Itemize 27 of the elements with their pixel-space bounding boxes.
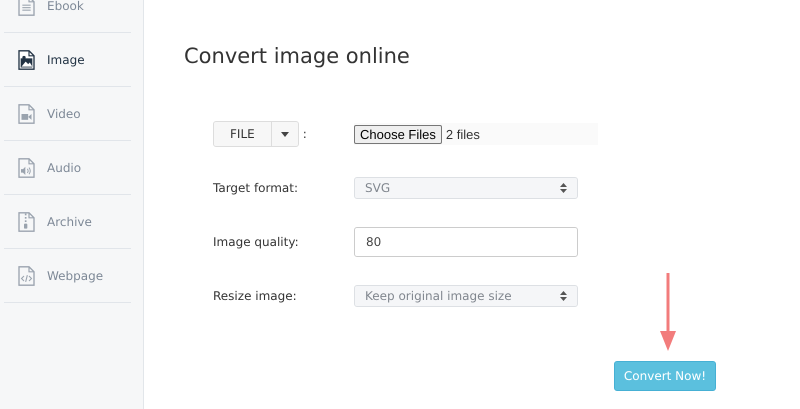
file-icon (18, 104, 35, 124)
file-count: 2 files (446, 126, 480, 142)
arrow-icon (658, 273, 678, 353)
file-icon (18, 212, 35, 232)
sidebar-item[interactable]: Image (4, 33, 131, 87)
sidebar-item[interactable]: Archive (4, 195, 131, 249)
select-field[interactable]: SVG (354, 177, 578, 199)
select-field[interactable]: Keep original image size (354, 285, 578, 307)
file-icon (18, 158, 35, 178)
convert-button[interactable]: Convert Now! (614, 361, 716, 391)
sort-arrows-icon (560, 183, 567, 193)
sidebar-item[interactable]: Webpage (4, 249, 131, 303)
file-icon (18, 266, 35, 286)
choose-files-button[interactable]: Choose Files (354, 124, 442, 144)
sort-arrows-icon (560, 291, 567, 301)
sidebar-item[interactable]: Audio (4, 141, 131, 195)
input-field[interactable]: 80 (354, 227, 578, 257)
caret-icon (280, 132, 289, 136)
field-label: Resize image: (213, 289, 297, 303)
field-label: Image quality: (213, 235, 299, 249)
sidebar-item[interactable]: Video (4, 87, 131, 141)
file-icon (18, 0, 35, 16)
page-title: Convert image online (184, 44, 411, 68)
colon: : (302, 127, 307, 141)
field-label: Target format: (213, 181, 298, 195)
sidebar-item[interactable]: Ebook (4, 0, 131, 33)
file-icon (18, 50, 35, 70)
